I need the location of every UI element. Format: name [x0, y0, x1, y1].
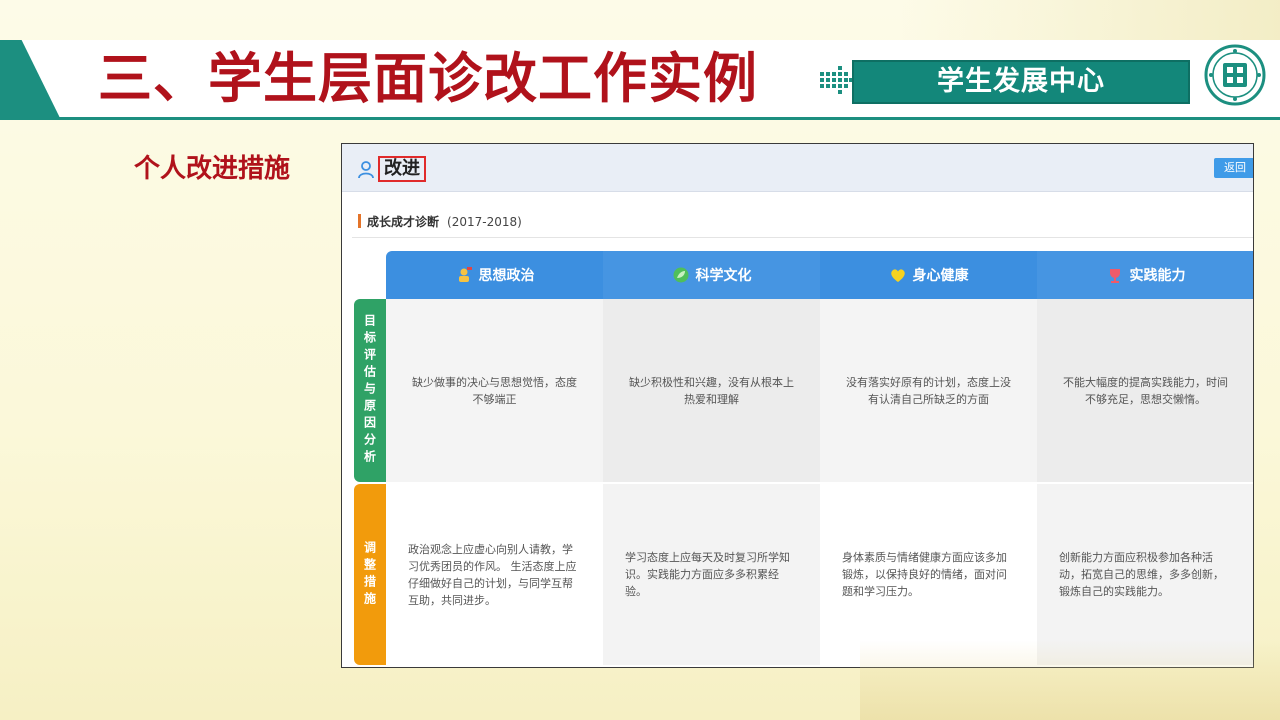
slide-title: 三、学生层面诊改工作实例	[98, 47, 758, 110]
table-row: 缺少做事的决心与思想觉悟，态度不够端正 缺少积极性和兴趣，没有从根本上热爱和理解…	[386, 299, 1253, 482]
diagnosis-label: 成长成才诊断	[367, 215, 440, 229]
header-underline	[0, 117, 1280, 120]
row-label-measures: 调整措施	[354, 484, 386, 665]
heart-icon	[890, 269, 905, 282]
column-header: 身心健康	[820, 251, 1037, 299]
column-label: 思想政治	[478, 268, 535, 284]
column-header: 科学文化	[603, 251, 820, 299]
diagnosis-heading: 成长成才诊断 (2017-2018)	[367, 213, 522, 230]
section-marker	[358, 214, 361, 228]
table-cell: 政治观念上应虚心向别人请教，学习优秀团员的作风。 生活态度上应仔细做好自己的计划…	[386, 484, 603, 665]
table-cell: 学习态度上应每天及时复习所学知识。实践能力方面应多多积累经验。	[603, 484, 820, 665]
table-cell: 没有落实好原有的计划，态度上没有认清自己所缺乏的方面	[820, 299, 1037, 482]
table-row: 政治观念上应虚心向别人请教，学习优秀团员的作风。 生活态度上应仔细做好自己的计划…	[386, 484, 1253, 665]
column-label: 科学文化	[695, 268, 752, 284]
column-label: 实践能力	[1129, 268, 1186, 284]
center-name-box: 学生发展中心	[852, 60, 1190, 104]
person-flag-icon	[458, 267, 472, 282]
embedded-screenshot: 改进 返回 成长成才诊断 (2017-2018) 思想政治 科学文化 身心健康 …	[341, 143, 1254, 668]
column-label: 身心健康	[912, 268, 969, 284]
section-label: 个人改进措施	[134, 154, 291, 184]
leaf-icon	[673, 267, 688, 283]
page-title: 改进	[378, 156, 426, 182]
column-header: 实践能力	[1037, 251, 1253, 299]
arrow-right-icon	[820, 66, 853, 94]
user-icon	[358, 161, 374, 179]
top-decoration	[900, 0, 1280, 40]
table-cell: 缺少做事的决心与思想觉悟，态度不够端正	[386, 299, 603, 482]
screen-header: 改进 返回	[342, 144, 1253, 192]
column-header: 思想政治	[386, 251, 603, 299]
divider	[352, 237, 1253, 238]
table-cell: 不能大幅度的提高实践能力，时间不够充足，思想交懒惰。	[1037, 299, 1253, 482]
table-cell: 创新能力方面应积极参加各种活动，拓宽自己的思维，多多创新，锻炼自己的实践能力。	[1037, 484, 1253, 665]
diagnosis-year: (2017-2018)	[447, 215, 522, 229]
bottom-decoration	[860, 640, 1280, 720]
back-button[interactable]: 返回	[1214, 158, 1253, 178]
trophy-icon	[1109, 269, 1120, 283]
table-cell: 缺少积极性和兴趣，没有从根本上热爱和理解	[603, 299, 820, 482]
row-label-analysis: 目标评估与原因分析	[354, 299, 386, 482]
table-cell: 身体素质与情绪健康方面应该多加锻炼，以保持良好的情绪，面对问题和学习压力。	[820, 484, 1037, 665]
grid-header: 思想政治 科学文化 身心健康 实践能力	[386, 251, 1253, 299]
school-logo	[1204, 44, 1266, 106]
